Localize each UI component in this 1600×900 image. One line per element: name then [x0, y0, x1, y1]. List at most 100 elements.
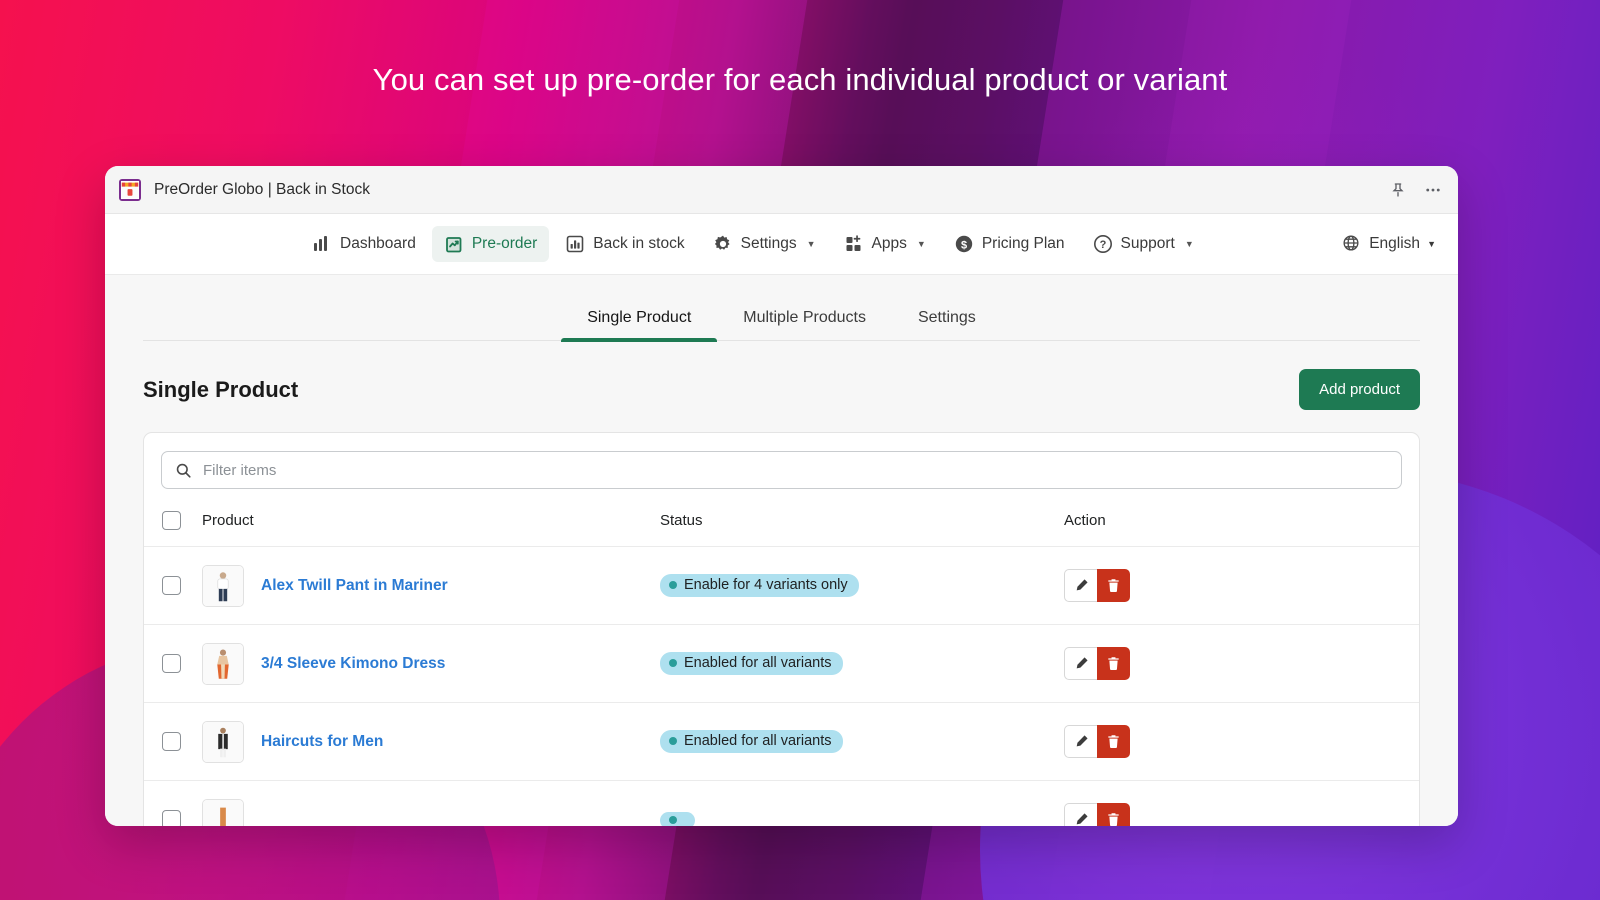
row-select-cell: [144, 624, 202, 703]
app-window: PreOrder Globo | Back in Stock Dashboard…: [105, 166, 1458, 826]
product-table: Product Status Action Alex Twill Pant in…: [144, 503, 1419, 826]
row-action-cell: [1064, 546, 1419, 625]
status-dot-icon: [669, 581, 677, 589]
row-product-cell: [202, 780, 660, 826]
delete-button[interactable]: [1097, 569, 1130, 602]
edit-button[interactable]: [1064, 725, 1097, 758]
trash-icon: [1108, 579, 1119, 593]
titlebar-actions: [1390, 181, 1442, 199]
add-product-button[interactable]: Add product: [1299, 369, 1420, 410]
edit-button[interactable]: [1064, 803, 1097, 826]
row-product-cell: Haircuts for Men: [202, 702, 660, 781]
select-all-checkbox[interactable]: [162, 511, 181, 530]
row-checkbox[interactable]: [162, 654, 181, 673]
more-options-icon[interactable]: [1424, 181, 1442, 199]
delete-button[interactable]: [1097, 803, 1130, 826]
globe-icon: [1342, 234, 1362, 254]
chevron-down-icon: ▼: [1427, 239, 1436, 249]
column-header-product: Product: [202, 503, 660, 547]
status-label: Enable for 4 variants only: [684, 576, 848, 593]
table-row[interactable]: Alex Twill Pant in Mariner Enable for 4 …: [144, 546, 1419, 625]
table-row[interactable]: 3/4 Sleeve Kimono Dress Enabled for all …: [144, 624, 1419, 703]
status-dot-icon: [669, 659, 677, 667]
search-section: [144, 433, 1419, 503]
edit-button[interactable]: [1064, 569, 1097, 602]
row-product-cell: Alex Twill Pant in Mariner: [202, 546, 660, 625]
status-dot-icon: [669, 737, 677, 745]
product-name-link[interactable]: Alex Twill Pant in Mariner: [261, 577, 448, 595]
search-input[interactable]: [203, 461, 1388, 479]
nav-item-back-in-stock[interactable]: Back in stock: [553, 226, 696, 262]
status-label: Enabled for all variants: [684, 654, 832, 671]
tab-multiple-products[interactable]: Multiple Products: [717, 300, 892, 340]
tab-label: Settings: [917, 309, 976, 326]
product-thumb-dress: [202, 642, 244, 685]
row-action-cell: [1064, 780, 1419, 826]
table-header-row: Product Status Action: [144, 503, 1419, 547]
search-box[interactable]: [161, 451, 1402, 489]
pencil-icon: [1076, 579, 1088, 591]
language-selector[interactable]: English ▼: [1342, 234, 1440, 254]
row-checkbox[interactable]: [162, 732, 181, 751]
row-checkbox[interactable]: [162, 810, 181, 826]
row-select-cell: [144, 780, 202, 826]
svg-text:?: ?: [1099, 239, 1106, 251]
table-body: Alex Twill Pant in Mariner Enable for 4 …: [144, 546, 1419, 826]
pin-icon[interactable]: [1390, 182, 1406, 198]
table-row[interactable]: Haircuts for Men Enabled for all variant…: [144, 702, 1419, 781]
nav-item-pre-order[interactable]: Pre-order: [431, 226, 550, 262]
edit-button[interactable]: [1064, 647, 1097, 680]
nav-item-label: Back in stock: [593, 235, 685, 252]
search-icon: [175, 462, 192, 479]
nav-item-apps[interactable]: Apps ▼: [832, 226, 938, 262]
product-name-link[interactable]: Haircuts for Men: [261, 733, 383, 751]
trend-up-icon: [444, 234, 464, 254]
pencil-icon: [1076, 735, 1088, 747]
apps-grid-icon: [844, 234, 864, 254]
nav-item-dashboard[interactable]: Dashboard: [300, 226, 428, 262]
trash-icon: [1108, 657, 1119, 671]
nav-item-settings[interactable]: Settings ▼: [701, 226, 828, 262]
delete-button[interactable]: [1097, 647, 1130, 680]
delete-button[interactable]: [1097, 725, 1130, 758]
row-status-cell: Enabled for all variants: [660, 702, 1064, 781]
nav-item-pricing-plan[interactable]: $ Pricing Plan: [942, 226, 1077, 262]
status-badge: Enabled for all variants: [660, 729, 843, 754]
row-status-cell: [660, 780, 1064, 826]
tab-label: Multiple Products: [743, 309, 866, 326]
tab-single-product[interactable]: Single Product: [561, 300, 718, 342]
nav-item-label: Pre-order: [471, 235, 538, 252]
table-row[interactable]: [144, 780, 1419, 826]
language-label: English: [1369, 235, 1421, 252]
chart-square-icon: [565, 234, 585, 254]
nav-item-support[interactable]: ? Support ▼: [1081, 226, 1206, 262]
product-name-link[interactable]: 3/4 Sleeve Kimono Dress: [261, 655, 445, 673]
sub-tabs: Single Product Multiple Products Setting…: [143, 275, 1420, 342]
storefront-icon: [119, 178, 141, 201]
row-select-cell: [144, 546, 202, 625]
status-label: Enabled for all variants: [684, 732, 832, 749]
svg-text:$: $: [961, 239, 967, 251]
status-badge: Enabled for all variants: [660, 651, 843, 676]
main-navigation: Dashboard Pre-order Back in stock Settin…: [105, 214, 1458, 275]
row-checkbox[interactable]: [162, 576, 181, 595]
pencil-icon: [1076, 813, 1088, 825]
select-all-header: [144, 503, 202, 547]
page-title: Single Product: [143, 376, 299, 402]
row-status-cell: Enabled for all variants: [660, 624, 1064, 703]
row-product-cell: 3/4 Sleeve Kimono Dress: [202, 624, 660, 703]
pencil-icon: [1076, 657, 1088, 669]
row-status-cell: Enable for 4 variants only: [660, 546, 1064, 625]
gear-icon: [713, 234, 733, 254]
tab-settings[interactable]: Settings: [892, 300, 1002, 340]
trash-icon: [1108, 813, 1119, 826]
nav-item-label: Pricing Plan: [981, 235, 1065, 252]
bar-chart-icon: [312, 234, 332, 254]
table-header: Product Status Action: [144, 503, 1419, 547]
product-thumb-coat: [202, 720, 244, 763]
status-badge: [660, 811, 695, 826]
status-badge: Enable for 4 variants only: [660, 573, 859, 598]
row-action-cell: [1064, 702, 1419, 781]
column-header-action: Action: [1064, 503, 1419, 547]
nav-item-label: Settings: [740, 235, 797, 252]
